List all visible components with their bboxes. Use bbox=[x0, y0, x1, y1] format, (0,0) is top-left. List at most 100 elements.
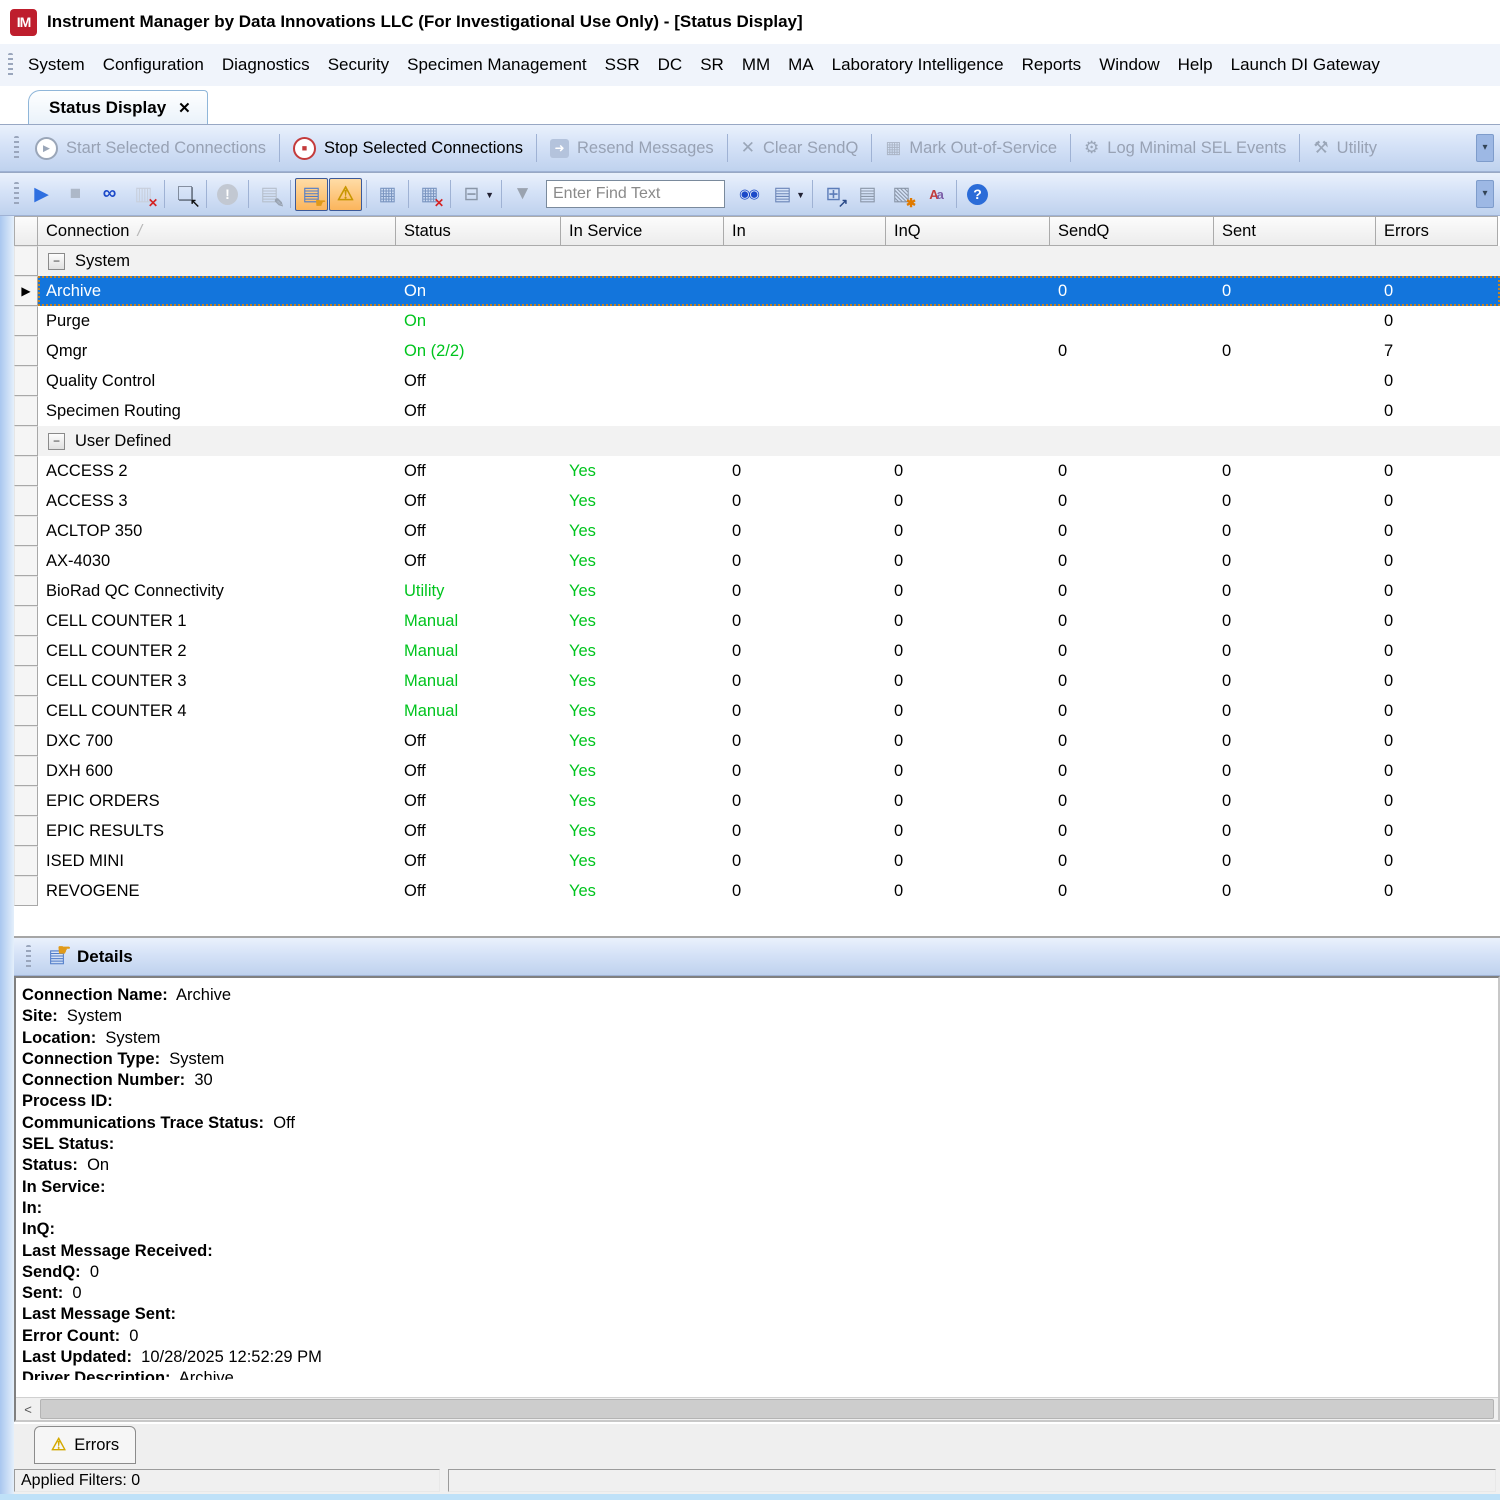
select-connection-icon[interactable]: ❏↖ bbox=[169, 178, 202, 211]
document-options-icon[interactable]: ▤▼ bbox=[766, 178, 799, 211]
find-icon[interactable]: ◉◉ bbox=[732, 178, 765, 211]
monitor-icon[interactable]: ∞ bbox=[93, 178, 126, 211]
row-selector-cell[interactable] bbox=[14, 606, 38, 636]
transfer-icon[interactable]: ⊞↗ bbox=[817, 178, 850, 211]
row-selector-cell[interactable] bbox=[14, 396, 38, 426]
toolbar1-grip-handle[interactable] bbox=[14, 136, 19, 160]
menu-reports[interactable]: Reports bbox=[1013, 55, 1091, 75]
menu-launch-di-gateway[interactable]: Launch DI Gateway bbox=[1222, 55, 1389, 75]
row-archive[interactable]: ▶ArchiveOn000 bbox=[14, 276, 1500, 306]
row-selector-cell[interactable] bbox=[14, 246, 38, 276]
row-access-2[interactable]: ACCESS 2OffYes00000 bbox=[14, 456, 1500, 486]
row-epic-orders[interactable]: EPIC ORDERSOffYes00000 bbox=[14, 786, 1500, 816]
row-selector-cell[interactable] bbox=[14, 816, 38, 846]
row-cell-counter-2[interactable]: CELL COUNTER 2ManualYes00000 bbox=[14, 636, 1500, 666]
details-horizontal-scrollbar[interactable]: < bbox=[16, 1397, 1498, 1420]
resend-messages-button[interactable]: ➜Resend Messages bbox=[540, 131, 724, 165]
menu-help[interactable]: Help bbox=[1169, 55, 1222, 75]
column-header-status[interactable]: Status bbox=[396, 216, 561, 246]
notes-icon[interactable]: ▤ bbox=[851, 178, 884, 211]
menu-specimen-management[interactable]: Specimen Management bbox=[398, 55, 596, 75]
menu-system[interactable]: System bbox=[19, 55, 94, 75]
toolbar2-overflow-icon[interactable]: ▾ bbox=[1476, 180, 1494, 208]
errors-toggle-icon[interactable]: ⚠ bbox=[329, 178, 362, 211]
row-selector-cell[interactable] bbox=[14, 666, 38, 696]
row-selector-cell[interactable] bbox=[14, 306, 38, 336]
print-icon[interactable]: ⊟▼ bbox=[455, 178, 488, 211]
column-header-inq[interactable]: InQ bbox=[886, 216, 1050, 246]
details-toggle-icon[interactable]: ▤☛ bbox=[295, 178, 328, 211]
row-selector-cell[interactable] bbox=[14, 876, 38, 906]
column-header-in-service[interactable]: In Service bbox=[561, 216, 724, 246]
tab-status-display[interactable]: Status Display ✕ bbox=[28, 90, 208, 124]
row-biorad-qc-connectivity[interactable]: BioRad QC ConnectivityUtilityYes00000 bbox=[14, 576, 1500, 606]
row-dxh-600[interactable]: DXH 600OffYes00000 bbox=[14, 756, 1500, 786]
menu-mm[interactable]: MM bbox=[733, 55, 779, 75]
row-cell-counter-1[interactable]: CELL COUNTER 1ManualYes00000 bbox=[14, 606, 1500, 636]
row-selector-cell[interactable] bbox=[14, 576, 38, 606]
row-revogene[interactable]: REVOGENEOffYes00000 bbox=[14, 876, 1500, 906]
row-specimen-routing[interactable]: Specimen RoutingOff0 bbox=[14, 396, 1500, 426]
tab-errors[interactable]: ⚠ Errors bbox=[34, 1426, 136, 1464]
menu-dc[interactable]: DC bbox=[649, 55, 692, 75]
grid-view-icon[interactable]: ▦ bbox=[371, 178, 404, 211]
row-epic-results[interactable]: EPIC RESULTSOffYes00000 bbox=[14, 816, 1500, 846]
scroll-left-icon[interactable]: < bbox=[16, 1398, 40, 1420]
row-selector-cell[interactable] bbox=[14, 336, 38, 366]
menu-laboratory-intelligence[interactable]: Laboratory Intelligence bbox=[823, 55, 1013, 75]
purge-database-icon[interactable]: ▥✕ bbox=[127, 178, 160, 211]
row-selector-cell[interactable] bbox=[14, 486, 38, 516]
row-selector-cell[interactable] bbox=[14, 366, 38, 396]
menu-ma[interactable]: MA bbox=[779, 55, 823, 75]
row-ised-mini[interactable]: ISED MINIOffYes00000 bbox=[14, 846, 1500, 876]
row-cell-counter-3[interactable]: CELL COUNTER 3ManualYes00000 bbox=[14, 666, 1500, 696]
row-access-3[interactable]: ACCESS 3OffYes00000 bbox=[14, 486, 1500, 516]
group-row-user-defined[interactable]: −User Defined bbox=[14, 426, 1500, 456]
mark-out-of-service-button[interactable]: ▦Mark Out-of-Service bbox=[875, 131, 1067, 165]
column-header-sendq[interactable]: SendQ bbox=[1050, 216, 1214, 246]
toolbar2-grip-handle[interactable] bbox=[14, 182, 19, 206]
info-icon[interactable]: ! bbox=[211, 178, 244, 211]
grid-remove-icon[interactable]: ▦✕ bbox=[413, 178, 446, 211]
menu-grip-handle[interactable] bbox=[8, 53, 13, 77]
row-selector-cell[interactable] bbox=[14, 846, 38, 876]
start-connection-icon[interactable]: ▶ bbox=[25, 178, 58, 211]
menu-diagnostics[interactable]: Diagnostics bbox=[213, 55, 319, 75]
scrollbar-thumb[interactable] bbox=[40, 1399, 1494, 1419]
export-image-icon[interactable]: ▧✱ bbox=[885, 178, 918, 211]
row-qmgr[interactable]: QmgrOn (2/2)007 bbox=[14, 336, 1500, 366]
row-selector-cell[interactable] bbox=[14, 516, 38, 546]
collapse-group-icon[interactable]: − bbox=[48, 433, 65, 450]
font-icon[interactable]: Aa bbox=[919, 178, 952, 211]
start-selected-connections-button[interactable]: ▶Start Selected Connections bbox=[25, 131, 276, 165]
row-quality-control[interactable]: Quality ControlOff0 bbox=[14, 366, 1500, 396]
row-dxc-700[interactable]: DXC 700OffYes00000 bbox=[14, 726, 1500, 756]
column-header-sent[interactable]: Sent bbox=[1214, 216, 1376, 246]
row-selector-cell[interactable]: ▶ bbox=[14, 276, 38, 306]
row-ax-4030[interactable]: AX-4030OffYes00000 bbox=[14, 546, 1500, 576]
row-acltop-350[interactable]: ACLTOP 350OffYes00000 bbox=[14, 516, 1500, 546]
stop-selected-connections-button[interactable]: ■Stop Selected Connections bbox=[283, 131, 533, 165]
row-cell-counter-4[interactable]: CELL COUNTER 4ManualYes00000 bbox=[14, 696, 1500, 726]
menu-configuration[interactable]: Configuration bbox=[94, 55, 213, 75]
toolbar1-overflow-icon[interactable]: ▾ bbox=[1476, 134, 1494, 162]
column-header-errors[interactable]: Errors bbox=[1376, 216, 1498, 246]
details-grip-handle[interactable] bbox=[26, 945, 31, 969]
row-selector-cell[interactable] bbox=[14, 786, 38, 816]
row-selector-cell[interactable] bbox=[14, 756, 38, 786]
menu-sr[interactable]: SR bbox=[691, 55, 733, 75]
column-header-connection[interactable]: Connection/ bbox=[38, 216, 396, 246]
row-selector-cell[interactable] bbox=[14, 726, 38, 756]
row-purge[interactable]: PurgeOn0 bbox=[14, 306, 1500, 336]
stop-connection-icon[interactable]: ■ bbox=[59, 178, 92, 211]
help-icon[interactable]: ? bbox=[961, 178, 994, 211]
close-tab-icon[interactable]: ✕ bbox=[178, 99, 191, 117]
row-selector-cell[interactable] bbox=[14, 546, 38, 576]
clear-sendq-button[interactable]: ✕Clear SendQ bbox=[731, 131, 869, 165]
row-selector-cell[interactable] bbox=[14, 426, 38, 456]
column-header-in[interactable]: In bbox=[724, 216, 886, 246]
row-selector-cell[interactable] bbox=[14, 696, 38, 726]
menu-window[interactable]: Window bbox=[1090, 55, 1168, 75]
row-selector-cell[interactable] bbox=[14, 636, 38, 666]
menu-security[interactable]: Security bbox=[319, 55, 398, 75]
